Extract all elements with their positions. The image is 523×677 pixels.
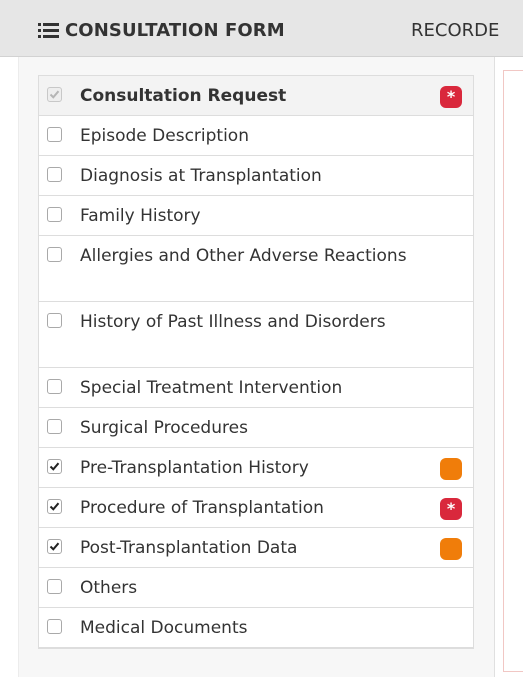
partial-status-badge <box>440 538 462 560</box>
section-checkbox[interactable] <box>47 167 62 182</box>
form-content-panel <box>503 70 523 672</box>
section-label: Episode Description <box>80 126 249 146</box>
section-item-history-of-past-illness[interactable]: History of Past Illness and Disorders <box>39 302 473 368</box>
section-checklist: Consultation Request * Episode Descripti… <box>38 75 474 649</box>
section-checkbox[interactable] <box>47 379 62 394</box>
section-item-episode-description[interactable]: Episode Description <box>39 116 473 156</box>
section-item-medical-documents[interactable]: Medical Documents <box>39 608 473 648</box>
section-item-special-treatment-intervention[interactable]: Special Treatment Intervention <box>39 368 473 408</box>
section-label: Allergies and Other Adverse Reactions <box>80 246 407 266</box>
tab-recorded-label: RECORDE <box>411 19 500 41</box>
section-item-procedure-of-transplantation[interactable]: Procedure of Transplantation * <box>39 488 473 528</box>
section-item-family-history[interactable]: Family History <box>39 196 473 236</box>
section-label: Others <box>80 578 138 598</box>
section-item-allergies[interactable]: Allergies and Other Adverse Reactions <box>39 236 473 302</box>
section-item-post-transplantation-data[interactable]: Post-Transplantation Data <box>39 528 473 568</box>
section-checkbox[interactable] <box>47 313 62 328</box>
partial-status-badge <box>440 458 462 480</box>
required-badge: * <box>440 498 462 520</box>
section-label: Family History <box>80 206 201 226</box>
section-label: Medical Documents <box>80 618 248 638</box>
section-label: Post-Transplantation Data <box>80 538 298 558</box>
tab-consultation-form-label: CONSULTATION FORM <box>65 19 285 41</box>
section-checkbox[interactable] <box>47 539 62 554</box>
section-checkbox[interactable] <box>47 499 62 514</box>
section-item-diagnosis-at-transplantation[interactable]: Diagnosis at Transplantation <box>39 156 473 196</box>
required-badge: * <box>440 86 462 108</box>
section-checkbox[interactable] <box>47 247 62 262</box>
section-checkbox[interactable] <box>47 419 62 434</box>
section-item-surgical-procedures[interactable]: Surgical Procedures <box>39 408 473 448</box>
section-label: Consultation Request <box>80 86 287 106</box>
section-checkbox[interactable] <box>47 579 62 594</box>
section-label: Procedure of Transplantation <box>80 498 324 518</box>
form-tabs-bar: CONSULTATION FORM RECORDE <box>0 0 523 57</box>
tab-recorded[interactable]: RECORDE <box>411 15 499 45</box>
section-checkbox[interactable] <box>47 619 62 634</box>
section-checkbox[interactable] <box>47 459 62 474</box>
section-item-others[interactable]: Others <box>39 568 473 608</box>
section-label: Special Treatment Intervention <box>80 378 343 398</box>
section-label: Diagnosis at Transplantation <box>80 166 322 186</box>
section-checkbox[interactable] <box>47 127 62 142</box>
section-label: Surgical Procedures <box>80 418 248 438</box>
section-item-pre-transplantation-history[interactable]: Pre-Transplantation History <box>39 448 473 488</box>
section-label: Pre-Transplantation History <box>80 458 309 478</box>
tab-consultation-form[interactable]: CONSULTATION FORM <box>38 15 285 45</box>
list-icon <box>38 22 59 38</box>
section-label: History of Past Illness and Disorders <box>80 312 386 332</box>
section-checkbox[interactable] <box>47 207 62 222</box>
section-checkbox[interactable] <box>47 87 62 102</box>
section-item-consultation-request[interactable]: Consultation Request * <box>39 76 473 116</box>
